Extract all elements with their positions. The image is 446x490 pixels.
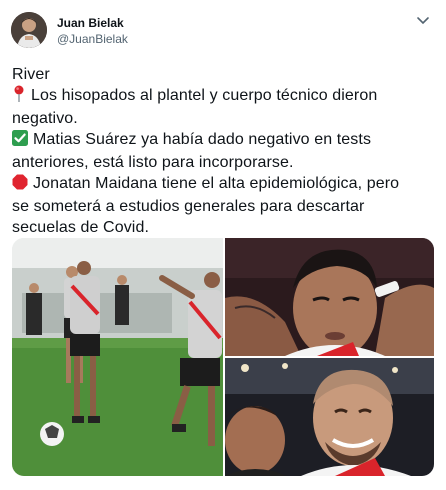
tweet-line: Los hisopados al plantel y cuerpo técnic… xyxy=(12,85,432,108)
media-grid xyxy=(12,238,434,476)
tweet-card: Juan Bielak @JuanBielak River Los hisopa… xyxy=(0,0,446,490)
round-pushpin-icon xyxy=(12,85,26,108)
tweet-line: secuelas de Covid. xyxy=(12,219,149,236)
tweet-line: se someterá a estudios generales para de… xyxy=(12,198,365,215)
author-name[interactable]: Juan Bielak xyxy=(57,16,124,30)
tweet-line: anteriores, está listo para incorporarse… xyxy=(12,154,294,171)
tweet-line: Matias Suárez ya había dado negativo en … xyxy=(12,129,432,152)
jonatan-maidana-photo[interactable] xyxy=(225,358,434,476)
matias-suarez-photo[interactable] xyxy=(225,238,434,356)
check-mark-button-icon xyxy=(12,130,28,152)
tweet-text: River Los hisopados al plantel y cuerpo … xyxy=(12,64,432,238)
stop-sign-icon xyxy=(12,174,28,196)
tweet-line: negativo. xyxy=(12,110,78,127)
author-handle[interactable]: @JuanBielak xyxy=(57,32,128,46)
avatar[interactable] xyxy=(11,12,47,48)
tweet-line: River xyxy=(12,66,50,83)
tweet-line: Jonatan Maidana tiene el alta epidemioló… xyxy=(12,173,432,196)
training-photo[interactable] xyxy=(12,238,223,476)
more-options-icon[interactable] xyxy=(414,14,432,28)
